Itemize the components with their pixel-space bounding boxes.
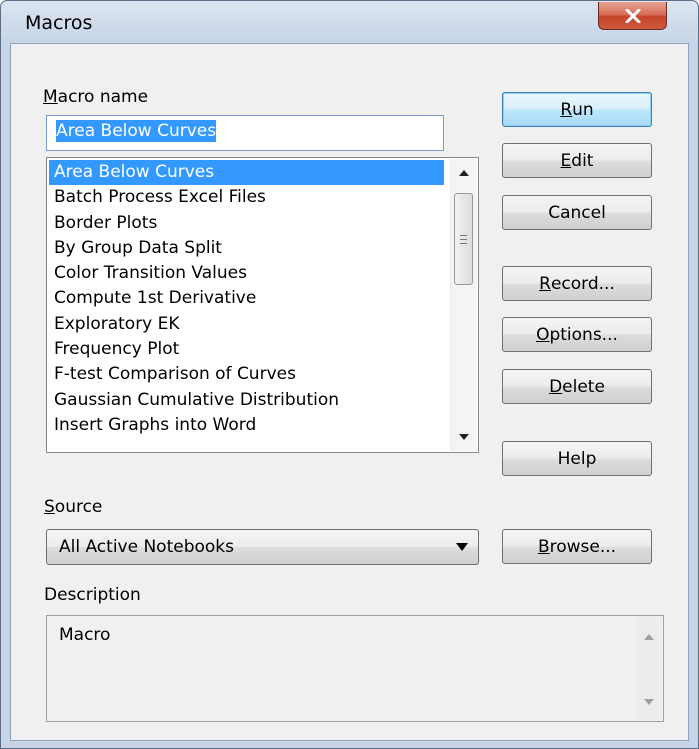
macro-list-item[interactable]: Batch Process Excel Files <box>49 185 444 210</box>
record-button[interactable]: Record... <box>502 266 652 301</box>
dropdown-arrow-icon <box>454 538 470 556</box>
window-title: Macros <box>25 12 93 34</box>
source-selected-value: All Active Notebooks <box>59 537 235 557</box>
edit-button[interactable]: Edit <box>502 143 652 178</box>
macro-list-scrollbar[interactable] <box>450 159 477 451</box>
options-button[interactable]: Options... <box>502 317 652 352</box>
source-label: Source <box>44 497 103 517</box>
scroll-down-arrow-icon <box>459 434 469 440</box>
macro-list-item[interactable]: F-test Comparison of Curves <box>49 362 444 387</box>
description-scrollbar[interactable] <box>636 617 662 720</box>
scroll-up-arrow-icon <box>459 170 469 176</box>
scroll-up-arrow-icon <box>644 634 654 640</box>
scroll-up-button[interactable] <box>451 161 477 185</box>
browse-button[interactable]: Browse... <box>502 529 652 564</box>
close-x-icon <box>625 8 640 23</box>
macro-name-input[interactable]: Area Below Curves <box>46 115 444 151</box>
scrollbar-thumb[interactable] <box>454 193 473 285</box>
macro-list-item[interactable]: Frequency Plot <box>49 337 444 362</box>
source-dropdown[interactable]: All Active Notebooks <box>46 529 479 565</box>
macro-listbox[interactable]: Area Below Curves Batch Process Excel Fil… <box>46 157 479 453</box>
macro-list-item[interactable]: Gaussian Cumulative Distribution <box>49 388 444 413</box>
scroll-down-arrow-icon <box>644 699 654 705</box>
cancel-button[interactable]: Cancel <box>502 195 652 230</box>
macro-list-item[interactable]: Exploratory EK <box>49 312 444 337</box>
run-button[interactable]: Run <box>502 92 652 127</box>
scrollbar-grip-icon <box>460 234 467 244</box>
macro-list-item[interactable]: Border Plots <box>49 211 444 236</box>
description-label: Description <box>44 585 141 605</box>
description-scroll-up-button[interactable] <box>636 625 662 649</box>
description-box: Macro <box>46 615 664 722</box>
macro-list-item[interactable]: Color Transition Values <box>49 261 444 286</box>
macro-list-item[interactable]: By Group Data Split <box>49 236 444 261</box>
macro-list-items: Area Below Curves Batch Process Excel Fil… <box>49 160 444 438</box>
close-button[interactable] <box>598 2 667 30</box>
macros-dialog: Macros Macro name Area Below Curves Area… <box>0 0 699 749</box>
macro-list-item[interactable]: Compute 1st Derivative <box>49 286 444 311</box>
macro-list-item[interactable]: Area Below Curves <box>49 160 444 186</box>
description-text: Macro <box>59 625 111 645</box>
macro-name-value: Area Below Curves <box>56 120 217 142</box>
delete-button[interactable]: Delete <box>502 369 652 404</box>
macro-name-label: Macro name <box>43 87 149 107</box>
title-bar[interactable]: Macros <box>1 1 698 43</box>
help-button[interactable]: Help <box>502 441 652 476</box>
macro-list-item[interactable]: Insert Graphs into Word <box>49 413 444 438</box>
scroll-down-button[interactable] <box>451 425 477 449</box>
description-scroll-down-button[interactable] <box>636 690 662 714</box>
